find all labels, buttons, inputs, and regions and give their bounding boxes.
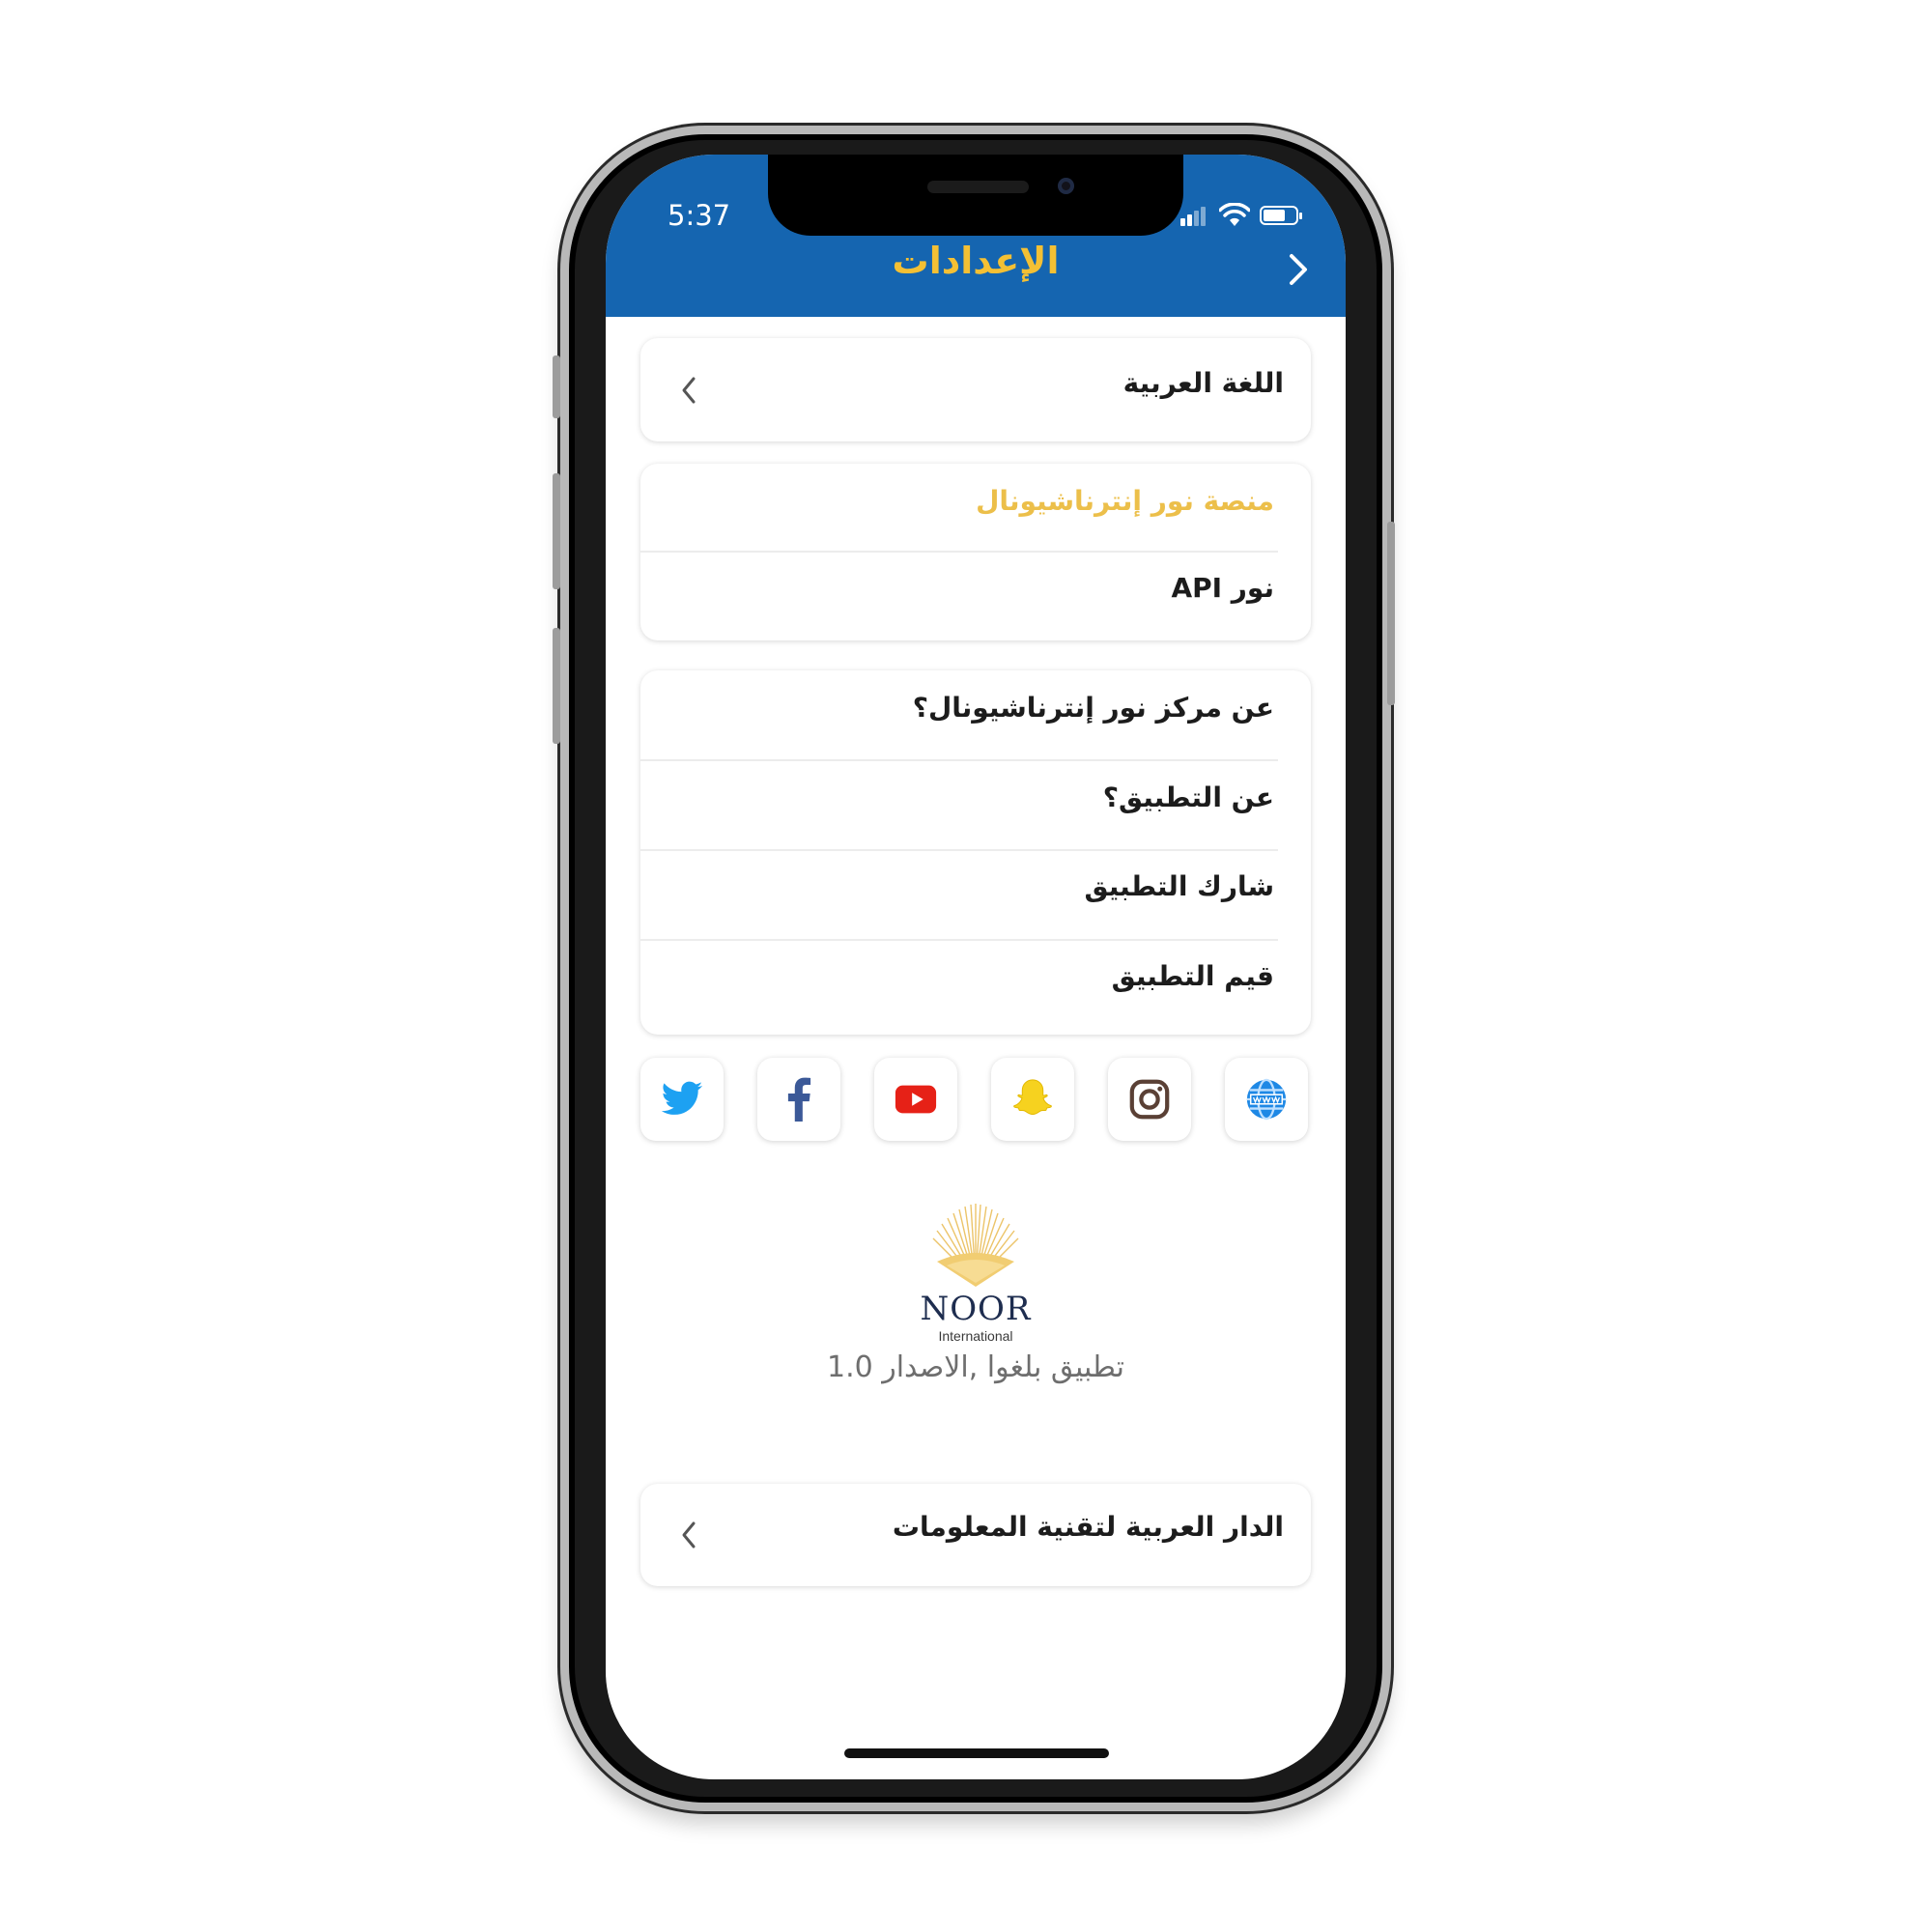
app-screen: 5:37 الإعدادات اللغة العربية منصة نور إن…	[606, 155, 1346, 1779]
wifi-icon	[1219, 203, 1250, 226]
twitter-button[interactable]	[640, 1058, 724, 1141]
status-time: 5:37	[668, 199, 731, 232]
chevron-right-icon[interactable]	[1280, 248, 1319, 291]
snapchat-icon	[1013, 1079, 1052, 1116]
list-item-label: عن مركز نور إنترناشيونال؟	[912, 692, 1274, 724]
page-title: الإعدادات	[892, 240, 1060, 282]
snapchat-button[interactable]	[991, 1058, 1074, 1141]
divider	[640, 759, 1278, 761]
status-icons	[1180, 203, 1316, 230]
platform-card: منصة نور إنترناشيونال نور API	[640, 464, 1311, 640]
list-item-label: نور API	[1171, 572, 1274, 604]
social-links	[640, 1058, 1311, 1145]
noor-logo-rays	[932, 1204, 1019, 1287]
list-item-label: عن التطبيق؟	[1102, 781, 1274, 813]
list-item[interactable]: قيم التطبيق	[640, 960, 1311, 1009]
developer-label: الدار العربية لتقنية المعلومات	[892, 1511, 1284, 1543]
earpiece-speaker	[927, 181, 1029, 193]
divider	[640, 849, 1278, 851]
language-label: اللغة العربية	[1122, 367, 1284, 399]
divider	[640, 551, 1278, 553]
about-card: عن مركز نور إنترناشيونال؟ عن التطبيق؟ شا…	[640, 670, 1311, 1035]
chevron-left-icon	[682, 377, 696, 404]
list-item-label: قيم التطبيق	[1111, 960, 1274, 992]
platform-title-row: منصة نور إنترناشيونال	[640, 485, 1311, 533]
list-item-label: شارك التطبيق	[1084, 870, 1275, 902]
brand-name: NOOR	[920, 1290, 1032, 1328]
youtube-icon	[895, 1085, 937, 1114]
language-card[interactable]: اللغة العربية	[640, 338, 1311, 441]
twitter-icon	[661, 1081, 703, 1115]
list-item[interactable]: عن مركز نور إنترناشيونال؟	[640, 692, 1311, 740]
list-item[interactable]: عن التطبيق؟	[640, 781, 1311, 830]
front-camera	[1058, 178, 1074, 194]
facebook-icon	[787, 1077, 811, 1122]
website-button[interactable]	[1225, 1058, 1308, 1141]
language-row[interactable]: اللغة العربية	[640, 367, 1311, 415]
home-indicator[interactable]	[844, 1748, 1109, 1758]
instagram-icon	[1129, 1079, 1170, 1120]
developer-row[interactable]: الدار العربية لتقنية المعلومات	[640, 1511, 1311, 1559]
divider	[640, 939, 1278, 941]
developer-card[interactable]: الدار العربية لتقنية المعلومات	[640, 1484, 1311, 1586]
mute-switch	[553, 355, 560, 418]
globe-icon	[1246, 1078, 1287, 1121]
platform-title: منصة نور إنترناشيونال	[976, 485, 1274, 517]
facebook-button[interactable]	[757, 1058, 840, 1141]
version-text: تطبيق بلغوا ,الاصدار 1.0	[826, 1350, 1125, 1384]
youtube-button[interactable]	[874, 1058, 957, 1141]
brand-subtitle: International	[938, 1328, 1013, 1344]
volume-down-button	[553, 628, 560, 744]
chevron-left-icon	[682, 1521, 696, 1548]
power-button	[1387, 522, 1395, 705]
battery-icon	[1260, 206, 1302, 225]
list-item[interactable]: شارك التطبيق	[640, 870, 1311, 919]
device-notch	[768, 155, 1183, 236]
list-item[interactable]: نور API	[640, 572, 1311, 620]
instagram-button[interactable]	[1108, 1058, 1191, 1141]
volume-up-button	[553, 473, 560, 589]
